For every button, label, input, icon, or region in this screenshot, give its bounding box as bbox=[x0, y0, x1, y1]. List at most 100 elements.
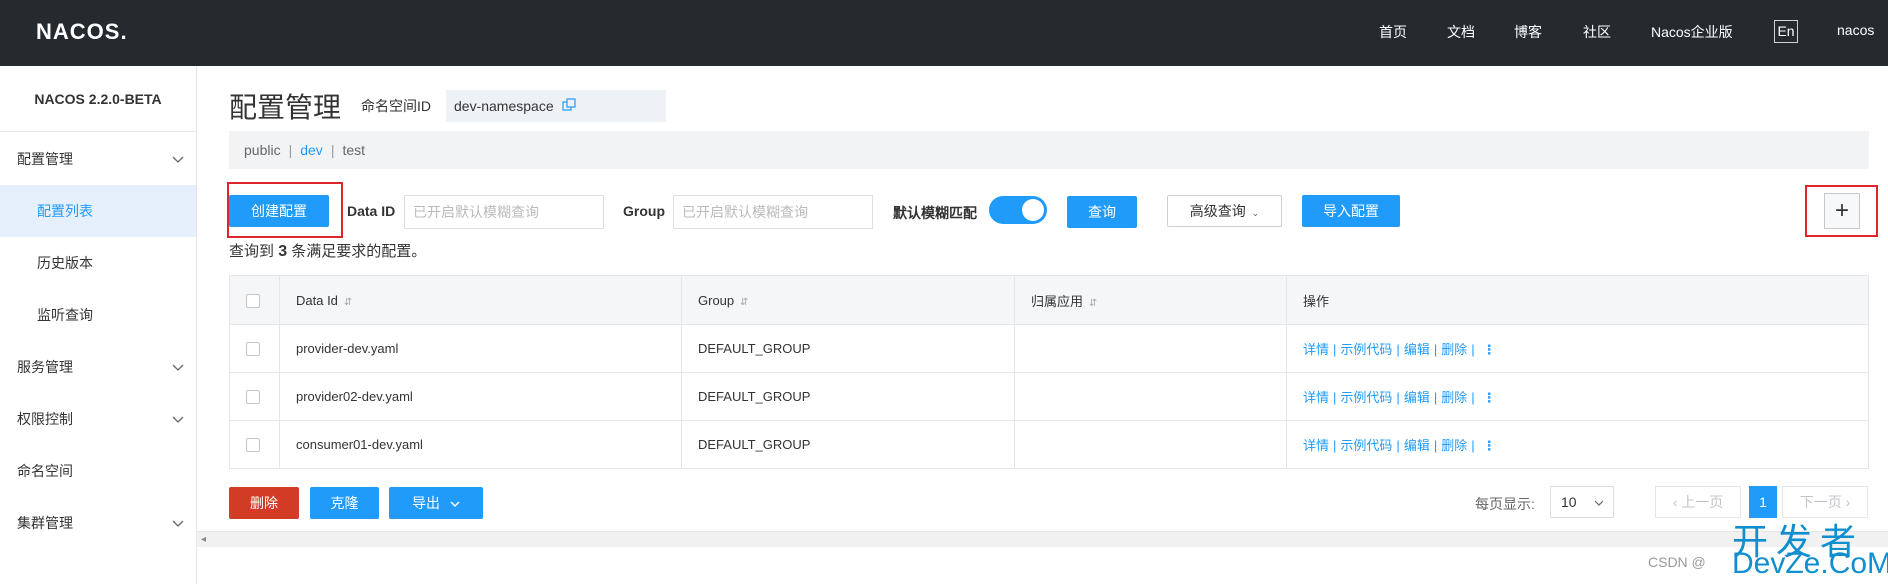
nav-blog[interactable]: 博客 bbox=[1514, 22, 1542, 42]
app-cell bbox=[1014, 372, 1287, 421]
chevron-down-icon bbox=[172, 497, 184, 549]
search-button[interactable]: 查询 bbox=[1067, 196, 1137, 228]
chevron-down-icon bbox=[172, 393, 184, 445]
row-checkbox[interactable] bbox=[246, 438, 260, 453]
page-size-value: 10 bbox=[1561, 494, 1577, 510]
delete-link[interactable]: 删除 bbox=[1441, 438, 1467, 453]
top-navbar: NACOS. 首页 文档 博客 社区 Nacos企业版 En nacos bbox=[0, 0, 1888, 66]
row-checkbox[interactable] bbox=[246, 390, 260, 405]
sort-icon[interactable]: ⇵ bbox=[740, 297, 748, 308]
delete-link[interactable]: 删除 bbox=[1441, 342, 1467, 357]
data-id-input[interactable]: 已开启默认模糊查询 bbox=[404, 195, 604, 229]
export-button[interactable]: 导出 bbox=[389, 487, 483, 519]
sidebar-item-auth[interactable]: 权限控制 bbox=[0, 393, 196, 445]
row-checkbox[interactable] bbox=[246, 342, 260, 357]
copy-icon[interactable] bbox=[561, 91, 576, 123]
import-config-button[interactable]: 导入配置 bbox=[1302, 195, 1400, 227]
csdn-watermark: CSDN @ bbox=[1648, 554, 1706, 570]
row-select-cell bbox=[229, 420, 280, 469]
chevron-down-icon: ⌄ bbox=[1251, 208, 1260, 218]
namespace-tab-public[interactable]: public bbox=[244, 142, 281, 158]
sort-icon[interactable]: ⇵ bbox=[344, 297, 352, 308]
nav-enterprise[interactable]: Nacos企业版 bbox=[1651, 22, 1733, 42]
edit-link[interactable]: 编辑 bbox=[1404, 390, 1430, 405]
more-icon[interactable]: ⋮ bbox=[1483, 438, 1496, 453]
col-app[interactable]: 归属应用 ⇵ bbox=[1014, 275, 1287, 325]
prev-page-button[interactable]: ‹ 上一页 bbox=[1655, 486, 1741, 518]
clone-button[interactable]: 克隆 bbox=[310, 487, 379, 519]
config-table: Data Id ⇵ Group ⇵ 归属应用 ⇵ 操作 provider-dev.ya… bbox=[229, 275, 1869, 469]
sidebar-item-history[interactable]: 历史版本 bbox=[0, 237, 196, 289]
chevron-down-icon bbox=[450, 495, 460, 511]
sidebar-item-label: 服务管理 bbox=[17, 359, 73, 375]
toggle-knob bbox=[1022, 199, 1044, 221]
result-prefix: 查询到 bbox=[229, 243, 275, 260]
advanced-search-label: 高级查询 bbox=[1189, 203, 1246, 219]
chevron-down-icon bbox=[172, 133, 184, 185]
horizontal-scrollbar[interactable]: ◂ bbox=[197, 531, 1888, 547]
edit-link[interactable]: 编辑 bbox=[1404, 342, 1430, 357]
sidebar-item-label: 权限控制 bbox=[17, 411, 73, 427]
namespace-tabs: public | dev | test bbox=[229, 131, 1869, 169]
sidebar-item-service-mgmt[interactable]: 服务管理 bbox=[0, 341, 196, 393]
row-select-cell bbox=[229, 372, 280, 421]
operations-cell: 详情 | 示例代码 | 编辑 | 删除 | ⋮ bbox=[1286, 420, 1869, 469]
nav-docs[interactable]: 文档 bbox=[1447, 22, 1475, 42]
table-row: provider-dev.yaml DEFAULT_GROUP 详情 | 示例代码 |… bbox=[229, 324, 1869, 373]
header-label: Data Id bbox=[296, 292, 338, 308]
details-link[interactable]: 详情 bbox=[1303, 390, 1329, 405]
data-id-label: Data ID bbox=[347, 203, 396, 219]
sample-code-link[interactable]: 示例代码 bbox=[1340, 438, 1392, 453]
nav-community[interactable]: 社区 bbox=[1583, 22, 1611, 42]
sample-code-link[interactable]: 示例代码 bbox=[1340, 390, 1392, 405]
select-all-checkbox[interactable] bbox=[246, 293, 260, 308]
more-icon[interactable]: ⋮ bbox=[1483, 390, 1496, 405]
delete-link[interactable]: 删除 bbox=[1441, 390, 1467, 405]
sidebar-item-label: 配置列表 bbox=[37, 203, 93, 219]
edit-link[interactable]: 编辑 bbox=[1404, 438, 1430, 453]
group-label: Group bbox=[623, 203, 665, 219]
sidebar-item-config-mgmt[interactable]: 配置管理 bbox=[0, 133, 196, 185]
fuzzy-match-toggle[interactable] bbox=[989, 196, 1047, 224]
sidebar-item-listener-query[interactable]: 监听查询 bbox=[0, 289, 196, 341]
more-icon[interactable]: ⋮ bbox=[1483, 342, 1496, 357]
highlight-box bbox=[1805, 185, 1878, 237]
batch-delete-button[interactable]: 删除 bbox=[229, 487, 299, 519]
details-link[interactable]: 详情 bbox=[1303, 438, 1329, 453]
sort-icon[interactable]: ⇵ bbox=[1089, 298, 1097, 309]
col-data-id[interactable]: Data Id ⇵ bbox=[279, 275, 682, 325]
scroll-left-icon[interactable]: ◂ bbox=[201, 534, 206, 545]
sidebar-item-label: 集群管理 bbox=[17, 515, 73, 531]
header-label: Group bbox=[698, 292, 735, 308]
sidebar-item-cluster[interactable]: 集群管理 bbox=[0, 497, 196, 549]
namespace-id-value: dev-namespace bbox=[446, 90, 666, 122]
chevron-down-icon bbox=[172, 341, 184, 393]
sidebar-item-label: 配置管理 bbox=[17, 151, 73, 167]
header-label: 操作 bbox=[1303, 293, 1330, 309]
chevron-down-icon bbox=[1594, 487, 1604, 517]
namespace-tab-test[interactable]: test bbox=[342, 142, 365, 158]
data-id-cell: provider-dev.yaml bbox=[279, 324, 682, 373]
group-input[interactable]: 已开启默认模糊查询 bbox=[673, 195, 873, 229]
namespace-tab-dev[interactable]: dev bbox=[300, 142, 323, 158]
prev-label: 上一页 bbox=[1681, 494, 1724, 510]
operations-cell: 详情 | 示例代码 | 编辑 | 删除 | ⋮ bbox=[1286, 324, 1869, 373]
chevron-right-icon: › bbox=[1845, 494, 1851, 510]
sample-code-link[interactable]: 示例代码 bbox=[1340, 342, 1392, 357]
data-id-cell: provider02-dev.yaml bbox=[279, 372, 682, 421]
sidebar-item-config-list[interactable]: 配置列表 bbox=[0, 185, 196, 237]
export-label: 导出 bbox=[412, 495, 441, 511]
details-link[interactable]: 详情 bbox=[1303, 342, 1329, 357]
user-name[interactable]: nacos bbox=[1837, 22, 1874, 38]
nav-home[interactable]: 首页 bbox=[1379, 22, 1407, 42]
col-group[interactable]: Group ⇵ bbox=[681, 275, 1015, 325]
group-cell: DEFAULT_GROUP bbox=[681, 372, 1015, 421]
app-cell bbox=[1014, 324, 1287, 373]
sidebar-item-namespace[interactable]: 命名空间 bbox=[0, 445, 196, 497]
operations-cell: 详情 | 示例代码 | 编辑 | 删除 | ⋮ bbox=[1286, 372, 1869, 421]
page-size-select[interactable]: 10 bbox=[1550, 486, 1614, 518]
advanced-search-button[interactable]: 高级查询 ⌄ bbox=[1167, 195, 1282, 227]
nacos-logo[interactable]: NACOS. bbox=[36, 19, 128, 45]
data-id-cell: consumer01-dev.yaml bbox=[279, 420, 682, 469]
language-switch[interactable]: En bbox=[1774, 20, 1798, 43]
